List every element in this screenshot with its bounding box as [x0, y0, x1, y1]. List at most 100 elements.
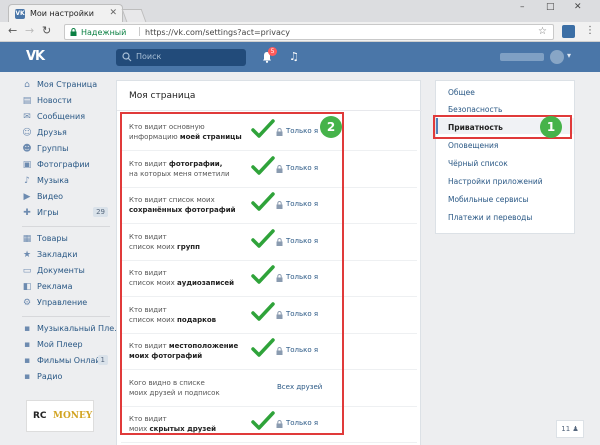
browser-toolbar: ← → ↻ Надежный | https://vk.com/settings…: [0, 22, 600, 42]
films-count-badge: 1: [97, 355, 108, 365]
sidebar-item-label: Моя Страница: [37, 80, 98, 89]
sidebar-item-bookmarks[interactable]: ★ Закладки: [22, 248, 110, 262]
documents-icon: ▭: [22, 266, 32, 276]
tab-bar: VK Мои настройки ✕ – □ ✕: [0, 0, 600, 22]
sidebar-item-groups[interactable]: ☻ Группы: [22, 142, 110, 156]
footer-counter[interactable]: 11 ♟: [556, 420, 584, 438]
card-divider: [117, 110, 422, 111]
sidebar-item-films-online[interactable]: ▪ Фильмы Онлайн 1: [22, 354, 110, 368]
search-icon: [122, 52, 132, 62]
chevron-down-icon: ▾: [567, 51, 572, 60]
menu-item-payments[interactable]: Платежи и переводы: [448, 213, 532, 222]
menu-item-general[interactable]: Общее: [448, 88, 475, 97]
app-icon: ▪: [23, 324, 31, 334]
sidebar-item-label: Управление: [37, 298, 88, 307]
sidebar-item-documents[interactable]: ▭ Документы: [22, 264, 110, 278]
annotation-badge-2: 2: [320, 116, 342, 138]
notification-badge: 5: [268, 47, 277, 56]
menu-item-security[interactable]: Безопасность: [448, 105, 502, 114]
app-icon: ▪: [23, 340, 31, 350]
ad-logo-money: MONEY: [53, 411, 93, 421]
menu-item-notifications[interactable]: Оповещения: [448, 141, 498, 150]
vk-header: VK Поиск 5 ♫ ▾: [0, 42, 600, 72]
new-tab-button[interactable]: [121, 9, 147, 22]
sidebar-item-music-player-app[interactable]: ▪ Музыкальный Пле...: [22, 322, 122, 336]
sidebar-item-label: Игры: [37, 208, 59, 217]
browser-chrome: VK Мои настройки ✕ – □ ✕ ← → ↻ Надежный …: [0, 0, 600, 42]
ad-logo-rc: RC: [33, 411, 47, 421]
tab-title: Мои настройки: [30, 9, 94, 18]
ads-icon: ◧: [22, 282, 32, 292]
page-title: Моя страница: [129, 91, 196, 101]
user-menu[interactable]: ▾: [500, 50, 576, 64]
sidebar-item-ads[interactable]: ◧ Реклама: [22, 280, 110, 294]
sidebar-item-label: Мой Плеер: [37, 340, 83, 349]
manage-icon: ⚙: [22, 298, 32, 308]
close-window-button[interactable]: ✕: [574, 2, 582, 12]
sidebar-item-label: Группы: [37, 144, 69, 153]
app-icon: ▪: [23, 356, 31, 366]
settings-menu: Общее Безопасность Приватность Оповещени…: [435, 80, 575, 234]
home-icon: ⌂: [24, 80, 30, 90]
highlight-box-privacy-rows: [120, 112, 344, 435]
bookmark-star-icon[interactable]: ☆: [538, 26, 547, 37]
sidebar-item-label: Фильмы Онлайн: [37, 356, 106, 365]
groups-icon: ☻: [22, 144, 32, 154]
games-icon: ✚: [23, 208, 31, 218]
back-icon[interactable]: ←: [8, 25, 17, 37]
url-text[interactable]: https://vk.com/settings?act=privacy: [145, 28, 290, 37]
sidebar-item-label: Товары: [37, 234, 68, 243]
search-placeholder: Поиск: [136, 52, 162, 61]
music-icon: ♪: [24, 176, 30, 186]
sidebar-item-news[interactable]: ▤ Новости: [22, 94, 110, 108]
annotation-badge-1: 1: [540, 116, 562, 138]
photos-icon: ▣: [22, 160, 32, 170]
sidebar-item-label: Музыка: [37, 176, 69, 185]
sidebar-item-messages[interactable]: ✉ Сообщения: [22, 110, 110, 124]
vk-logo[interactable]: VK: [26, 49, 45, 64]
ad-banner[interactable]: RC MONEY: [26, 400, 94, 432]
address-bar[interactable]: Надежный | https://vk.com/settings?act=p…: [64, 24, 554, 40]
sidebar-item-games[interactable]: ✚ Игры 29: [22, 206, 110, 220]
sidebar-item-my-page[interactable]: ⌂ Моя Страница: [22, 78, 110, 92]
bookmarks-icon: ★: [22, 250, 32, 260]
sidebar-item-photos[interactable]: ▣ Фотографии: [22, 158, 110, 172]
maximize-button[interactable]: □: [546, 2, 555, 12]
browser-menu-icon[interactable]: ⋮: [585, 25, 595, 36]
url-separator: |: [138, 27, 142, 37]
menu-item-app-settings[interactable]: Настройки приложений: [448, 177, 543, 186]
sidebar-item-manage[interactable]: ⚙ Управление: [22, 296, 110, 310]
sidebar-item-label: Видео: [37, 192, 64, 201]
reload-icon[interactable]: ↻: [42, 25, 51, 37]
sidebar-item-my-player[interactable]: ▪ Мой Плеер: [22, 338, 110, 352]
extension-icon[interactable]: [562, 25, 575, 38]
tab-close-icon[interactable]: ✕: [109, 8, 117, 18]
footer-counter-text: 11: [561, 425, 571, 433]
sidebar-item-label: Музыкальный Пле...: [37, 324, 122, 333]
sidebar-divider: [22, 316, 110, 317]
vk-favicon-icon: VK: [15, 9, 25, 19]
search-input[interactable]: Поиск: [116, 49, 246, 66]
sidebar-item-music[interactable]: ♪ Музыка: [22, 174, 110, 188]
user-name: [500, 53, 544, 61]
forward-icon[interactable]: →: [25, 25, 34, 37]
sidebar-item-label: Сообщения: [37, 112, 86, 121]
news-icon: ▤: [22, 96, 32, 106]
goods-icon: ▦: [22, 234, 32, 244]
sidebar-divider: [22, 226, 110, 227]
sidebar-item-radio[interactable]: ▪ Радио: [22, 370, 110, 384]
sidebar-item-label: Закладки: [37, 250, 78, 259]
sidebar-item-label: Документы: [37, 266, 85, 275]
browser-tab[interactable]: VK Мои настройки ✕: [8, 4, 123, 22]
sidebar-item-friends[interactable]: ☺ Друзья: [22, 126, 110, 140]
sidebar-item-video[interactable]: ▶ Видео: [22, 190, 110, 204]
sidebar-item-goods[interactable]: ▦ Товары: [22, 232, 110, 246]
menu-item-blacklist[interactable]: Чёрный список: [448, 159, 508, 168]
menu-item-mobile-services[interactable]: Мобильные сервисы: [448, 195, 528, 204]
lock-icon: [70, 28, 77, 36]
video-icon: ▶: [23, 192, 31, 202]
sidebar-item-label: Друзья: [37, 128, 67, 137]
minimize-button[interactable]: –: [520, 2, 525, 12]
music-player-icon[interactable]: ♫: [289, 50, 299, 63]
friends-icon: ☺: [22, 128, 32, 138]
